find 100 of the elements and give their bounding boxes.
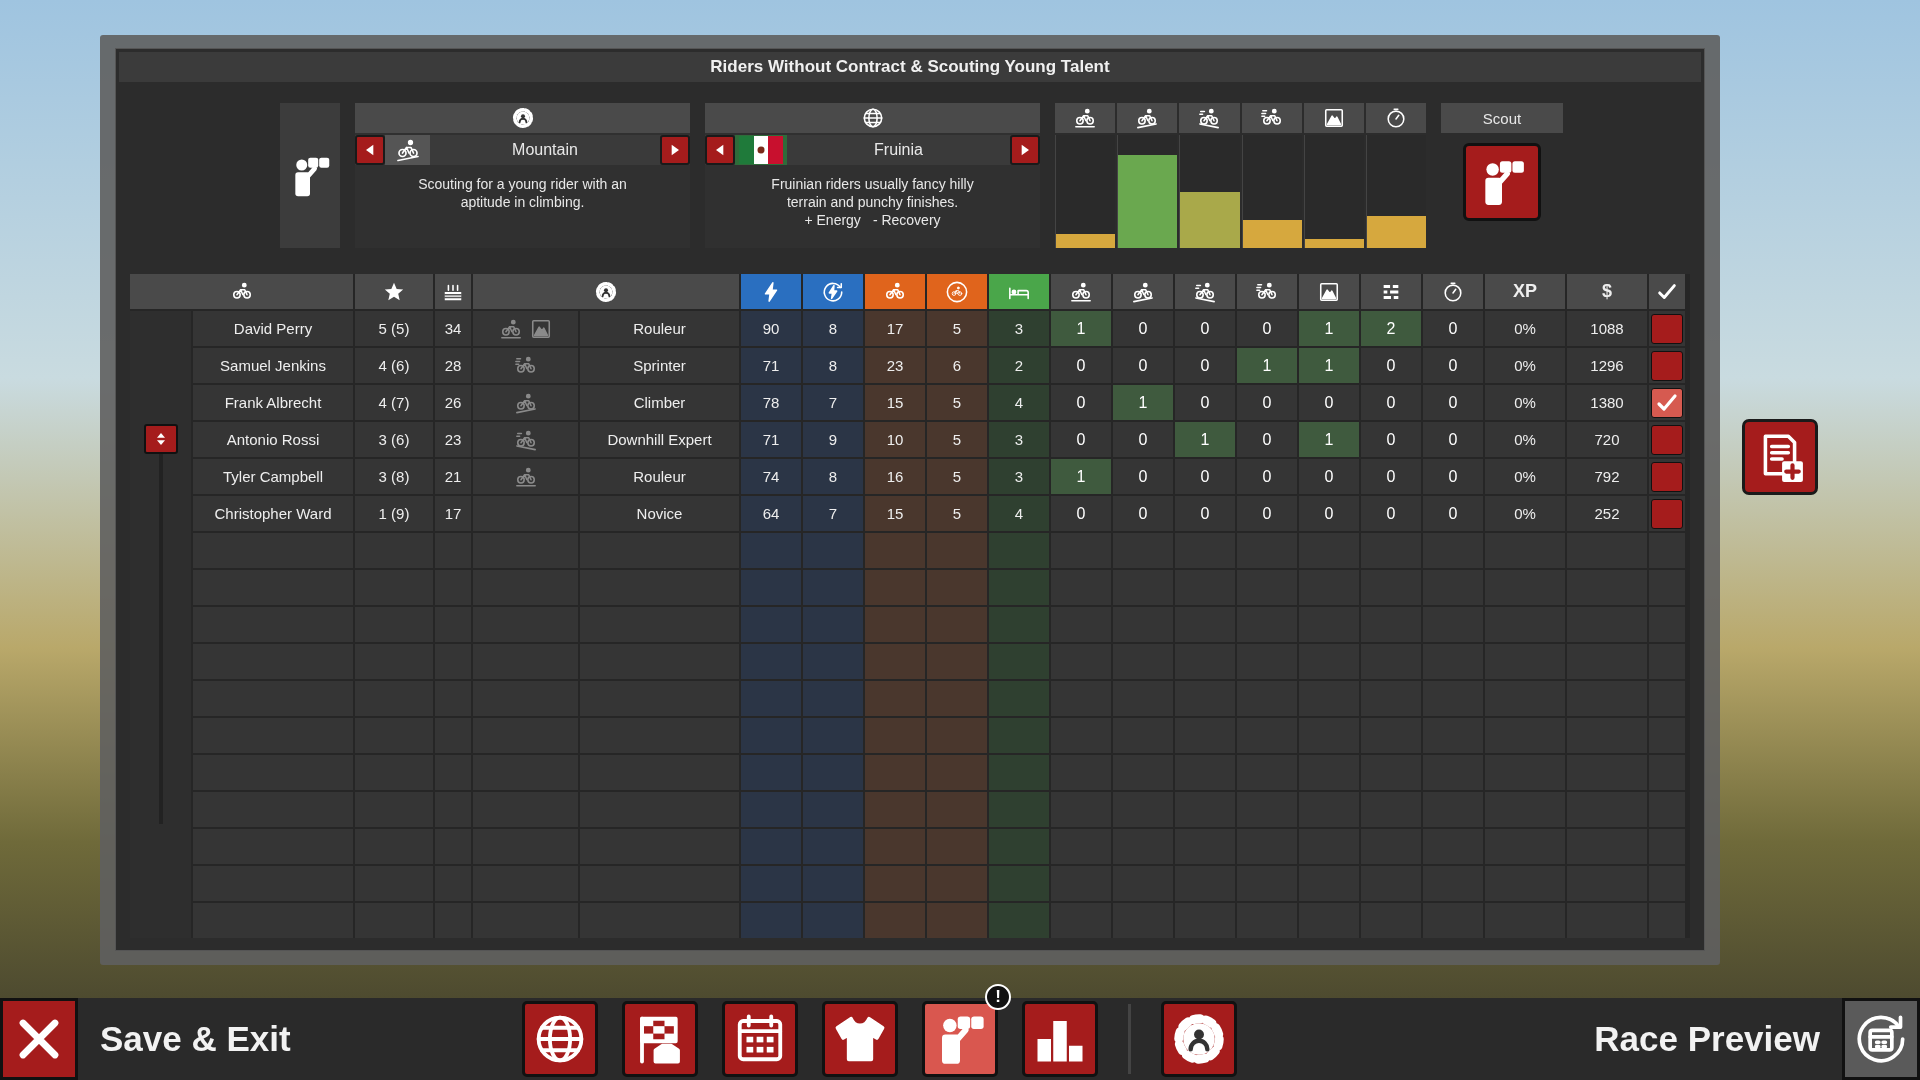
skill-value: 0 [1262,319,1272,338]
table-cell: 4 (6) [355,348,433,383]
empty-table-cell [989,755,1049,790]
empty-table-cell [865,903,925,938]
skill-value: 0 [1386,467,1396,486]
skill-value: 0 [1076,393,1086,412]
table-cell: 26 [435,385,471,420]
empty-table-cell [741,718,801,753]
empty-table-cell [927,681,987,716]
empty-table-cell [865,792,925,827]
nav-button[interactable] [1022,1001,1098,1077]
nav-button[interactable] [822,1001,898,1077]
checkbox[interactable] [1651,350,1683,381]
skill-value: 0 [1448,467,1458,486]
empty-table-cell [803,829,863,864]
table-cell: 3 (8) [355,459,433,494]
checkbox[interactable] [1651,498,1683,529]
skill-value: 0 [1076,504,1086,523]
empty-table-cell [989,681,1049,716]
nav-button[interactable] [922,1001,998,1077]
alert-badge: ! [985,984,1011,1010]
table-cell: 17 [865,311,925,346]
cyclist-downhill-icon [1194,280,1216,303]
previous-button[interactable] [355,135,385,165]
exit-button[interactable] [0,998,78,1080]
skill-value: 0 [1138,504,1148,523]
table-cell: 71 [741,422,801,457]
empty-table-cell [741,533,801,568]
table-cell: 5 [927,311,987,346]
empty-table-cell [803,866,863,901]
skill-value: 1 [1138,393,1148,412]
gear-person-icon [1172,1012,1226,1066]
empty-table-cell [803,644,863,679]
table-cell: 0% [1485,385,1565,420]
table-cell: 78 [741,385,801,420]
scroll-handle[interactable] [143,424,178,454]
empty-table-cell [741,829,801,864]
cyclist-downhill-icon [1198,107,1221,129]
table-cell: 252 [1567,496,1647,531]
empty-table-cell [865,718,925,753]
table-cell: 8 [803,311,863,346]
empty-table-cell [989,607,1049,642]
empty-table-cell [989,644,1049,679]
race-preview-button[interactable] [1842,998,1920,1080]
table-cell: 17 [435,496,471,531]
table-cell: 1296 [1567,348,1647,383]
checkbox[interactable] [1651,313,1683,344]
race-preview-label[interactable]: Race Preview [1594,1019,1820,1059]
nav-button[interactable] [1161,1001,1237,1077]
empty-table-cell [989,570,1049,605]
table-cell: 1380 [1567,385,1647,420]
specialty-label: Mountain [511,140,579,160]
previous-button[interactable] [705,135,735,165]
add-contract-button[interactable] [1742,418,1818,495]
empty-table-cell [803,718,863,753]
table-cell: 6 [927,348,987,383]
table-cell: 4 (7) [355,385,433,420]
empty-table-cell [803,570,863,605]
globe-icon [861,107,884,129]
rider-name: Christopher Ward [193,496,353,531]
next-button[interactable] [660,135,690,165]
scout-button[interactable] [1463,143,1541,221]
skill-value: 0 [1324,393,1334,412]
cyclist-on-road-icon [1070,280,1092,303]
skill-value: 0 [1200,504,1210,523]
empty-table-cell [803,533,863,568]
skill-value: 1 [1200,430,1210,449]
empty-table-cell [927,903,987,938]
gear-person-icon [511,107,534,129]
skill-value: 1 [1076,467,1086,486]
skill-value: 0 [1138,430,1148,449]
empty-table-cell [741,903,801,938]
table-cell: 792 [1567,459,1647,494]
skill-value: 0 [1448,430,1458,449]
mountain-sign-icon [1318,280,1340,303]
checkbox[interactable] [1651,424,1683,455]
save-exit-label[interactable]: Save & Exit [100,1019,291,1059]
skill-value: 1 [1076,319,1086,338]
checkbox[interactable] [1651,461,1683,492]
table-cell: 23 [865,348,925,383]
empty-table-cell [865,533,925,568]
nav-button[interactable] [722,1001,798,1077]
skill-value: 0 [1324,467,1334,486]
table-cell: 4 [989,496,1049,531]
table-cell: 5 [927,422,987,457]
empty-table-cell [803,607,863,642]
checkbox[interactable] [1651,387,1683,418]
next-button[interactable] [1010,135,1040,165]
nav-button[interactable] [522,1001,598,1077]
empty-table-cell [803,755,863,790]
nav-button[interactable] [622,1001,698,1077]
rider-name: Samuel Jenkins [193,348,353,383]
nationality-label: Fruinia [873,140,924,160]
empty-table-cell [803,792,863,827]
empty-table-cell [865,829,925,864]
empty-table-cell [741,792,801,827]
skill-value: 0 [1138,356,1148,375]
rider-name: Frank Albrecht [193,385,353,420]
skill-value: 1 [1262,356,1272,375]
table-cell: 8 [803,348,863,383]
